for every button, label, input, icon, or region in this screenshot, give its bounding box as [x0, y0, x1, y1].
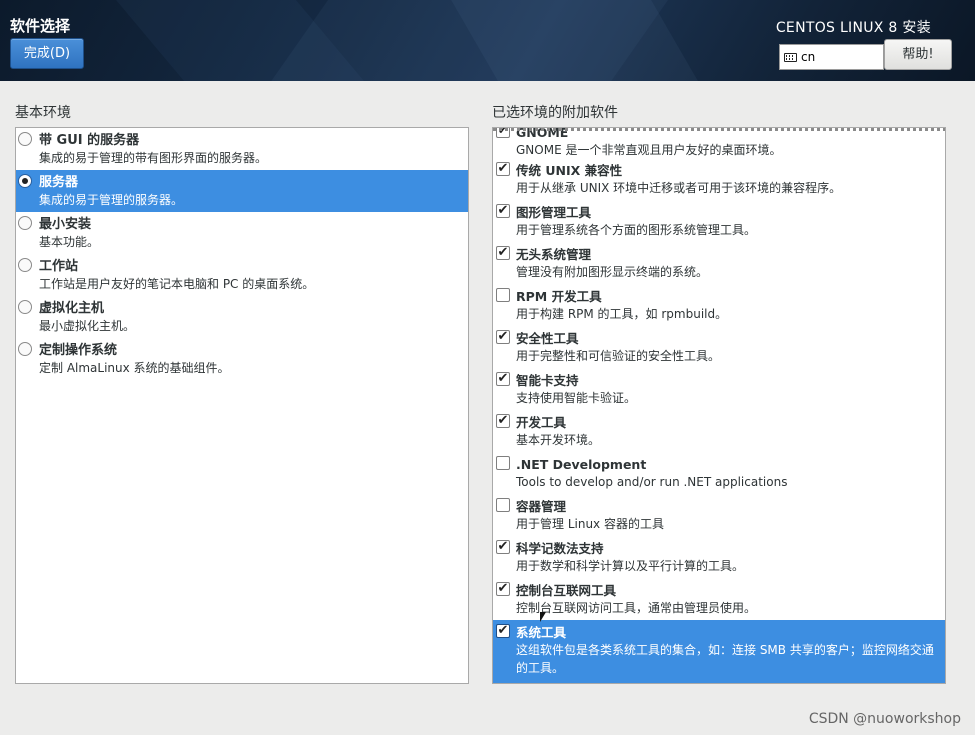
env-item-title: 最小安装 — [39, 217, 92, 232]
addon-item-desc: 支持使用智能卡验证。 — [516, 391, 637, 405]
keyboard-layout-label: cn — [801, 50, 816, 64]
mouse-cursor-icon — [540, 612, 546, 622]
env-item-desc: 工作站是用户友好的笔记本电脑和 PC 的桌面系统。 — [39, 277, 315, 291]
env-item-title: 定制操作系统 — [39, 343, 118, 358]
addon-item-title: 传统 UNIX 兼容性 — [516, 163, 623, 178]
radio-button[interactable] — [18, 174, 32, 188]
page-title: 软件选择 — [10, 17, 71, 35]
env-item-server-with-gui[interactable]: 带 GUI 的服务器 集成的易于管理的带有图形界面的服务器。 — [16, 128, 468, 170]
addon-item-desc: 用于从继承 UNIX 环境中迁移或者可用于该环境的兼容程序。 — [516, 181, 842, 195]
env-item-title: 服务器 — [39, 175, 79, 190]
addon-item-rpm-development-tools[interactable]: RPM 开发工具 用于构建 RPM 的工具，如 rpmbuild。 — [493, 284, 945, 326]
env-item-desc: 最小虚拟化主机。 — [39, 319, 136, 333]
checkbox[interactable]: ✔ — [496, 162, 510, 176]
addon-item-title: 安全性工具 — [516, 331, 579, 346]
base-env-heading: 基本环境 — [15, 105, 71, 121]
addon-item-title: .NET Development — [516, 457, 647, 472]
env-item-title: 虚拟化主机 — [39, 301, 105, 316]
addon-item-graphical-admin-tools[interactable]: ✔ 图形管理工具 用于管理系统各个方面的图形系统管理工具。 — [493, 200, 945, 242]
checkbox[interactable]: ✔ — [496, 540, 510, 554]
env-item-desc: 基本功能。 — [39, 235, 100, 249]
watermark: CSDN @nuoworkshop — [808, 711, 961, 727]
radio-button[interactable] — [18, 132, 32, 146]
addon-item-desc: 用于数学和科学计算以及平行计算的工具。 — [516, 559, 745, 573]
addon-item-desc: 用于构建 RPM 的工具，如 rpmbuild。 — [516, 307, 728, 321]
checkbox[interactable]: ✔ — [496, 330, 510, 344]
addon-item-smart-card-support[interactable]: ✔ 智能卡支持 支持使用智能卡验证。 — [493, 368, 945, 410]
addon-item-desc: 用于管理系统各个方面的图形系统管理工具。 — [516, 223, 757, 237]
addon-item-desc: 管理没有附加图形显示终端的系统。 — [516, 265, 709, 279]
addons-list[interactable]: ✔ GNOME GNOME 是一个非常直观且用户友好的桌面环境。 ✔ 传统 UN… — [492, 127, 946, 684]
env-item-server[interactable]: 服务器 集成的易于管理的服务器。 — [16, 170, 468, 212]
addon-item-desc: GNOME 是一个非常直观且用户友好的桌面环境。 — [516, 143, 782, 157]
addon-item-dotnet-development[interactable]: .NET Development Tools to develop and/or… — [493, 452, 945, 494]
radio-button[interactable] — [18, 300, 32, 314]
scroll-edge-indicator — [493, 128, 945, 131]
addon-item-scientific-support[interactable]: ✔ 科学记数法支持 用于数学和科学计算以及平行计算的工具。 — [493, 536, 945, 578]
help-button[interactable]: 帮助! — [884, 39, 952, 70]
radio-button[interactable] — [18, 342, 32, 356]
checkbox[interactable]: ✔ — [496, 624, 510, 638]
addon-item-title: 控制台互联网工具 — [516, 583, 617, 598]
checkbox[interactable] — [496, 288, 510, 302]
addons-scroll-area: ✔ GNOME GNOME 是一个非常直观且用户友好的桌面环境。 ✔ 传统 UN… — [493, 128, 945, 683]
addon-item-desc: 这组软件包是各类系统工具的集合，如：连接 SMB 共享的客户；监控网络交通的工具… — [516, 643, 934, 675]
addons-heading: 已选环境的附加软件 — [492, 105, 618, 121]
env-item-desc: 集成的易于管理的带有图形界面的服务器。 — [39, 151, 268, 165]
addon-item-title: 无头系统管理 — [516, 247, 592, 262]
checkbox[interactable] — [496, 498, 510, 512]
env-item-minimal[interactable]: 最小安装 基本功能。 — [16, 212, 468, 254]
env-item-desc: 定制 AlmaLinux 系统的基础组件。 — [39, 361, 230, 375]
radio-button[interactable] — [18, 216, 32, 230]
addon-item-legacy-unix[interactable]: ✔ 传统 UNIX 兼容性 用于从继承 UNIX 环境中迁移或者可用于该环境的兼… — [493, 158, 945, 200]
addon-item-title: 系统工具 — [516, 625, 567, 640]
addon-item-title: 开发工具 — [516, 415, 567, 430]
product-title: CENTOS LINUX 8 安装 — [775, 20, 931, 36]
addon-item-title: 智能卡支持 — [516, 373, 579, 388]
addon-item-desc: Tools to develop and/or run .NET applica… — [516, 475, 788, 489]
env-item-workstation[interactable]: 工作站 工作站是用户友好的笔记本电脑和 PC 的桌面系统。 — [16, 254, 468, 296]
addon-item-development-tools[interactable]: ✔ 开发工具 基本开发环境。 — [493, 410, 945, 452]
env-item-title: 带 GUI 的服务器 — [39, 133, 140, 148]
addon-item-container-management[interactable]: 容器管理 用于管理 Linux 容器的工具 — [493, 494, 945, 536]
checkbox[interactable] — [496, 456, 510, 470]
keyboard-layout-indicator[interactable]: cn — [779, 44, 884, 70]
addon-item-desc: 用于管理 Linux 容器的工具 — [516, 517, 664, 531]
checkbox[interactable]: ✔ — [496, 414, 510, 428]
base-env-list: 带 GUI 的服务器 集成的易于管理的带有图形界面的服务器。 服务器 集成的易于… — [15, 127, 469, 684]
addon-item-desc: 基本开发环境。 — [516, 433, 601, 447]
addon-item-headless-management[interactable]: ✔ 无头系统管理 管理没有附加图形显示终端的系统。 — [493, 242, 945, 284]
done-button[interactable]: 完成(D) — [10, 38, 84, 69]
addon-item-security-tools[interactable]: ✔ 安全性工具 用于完整性和可信验证的安全性工具。 — [493, 326, 945, 368]
addon-item-desc: 用于完整性和可信验证的安全性工具。 — [516, 349, 721, 363]
checkbox[interactable]: ✔ — [496, 204, 510, 218]
addon-item-gnome[interactable]: ✔ GNOME GNOME 是一个非常直观且用户友好的桌面环境。 — [493, 128, 945, 158]
addon-item-system-tools[interactable]: ✔ 系统工具 这组软件包是各类系统工具的集合，如：连接 SMB 共享的客户；监控… — [493, 620, 945, 683]
checkbox[interactable]: ✔ — [496, 246, 510, 260]
addon-item-console-internet-tools[interactable]: ✔ 控制台互联网工具 控制台互联网访问工具，通常由管理员使用。 — [493, 578, 945, 620]
addon-item-title: RPM 开发工具 — [516, 289, 602, 304]
env-item-desc: 集成的易于管理的服务器。 — [39, 193, 184, 207]
addon-item-title: 科学记数法支持 — [516, 541, 604, 556]
header-bar: 软件选择 完成(D) CENTOS LINUX 8 安装 cn 帮助! — [0, 0, 975, 81]
keyboard-icon — [784, 52, 797, 62]
radio-button[interactable] — [18, 258, 32, 272]
checkbox[interactable]: ✔ — [496, 372, 510, 386]
addon-item-desc: 控制台互联网访问工具，通常由管理员使用。 — [516, 601, 757, 615]
env-item-virtualization-host[interactable]: 虚拟化主机 最小虚拟化主机。 — [16, 296, 468, 338]
addon-item-title: 容器管理 — [516, 499, 567, 514]
addon-item-title: 图形管理工具 — [516, 205, 592, 220]
env-item-custom-os[interactable]: 定制操作系统 定制 AlmaLinux 系统的基础组件。 — [16, 338, 468, 380]
checkbox[interactable]: ✔ — [496, 582, 510, 596]
env-item-title: 工作站 — [39, 259, 79, 274]
